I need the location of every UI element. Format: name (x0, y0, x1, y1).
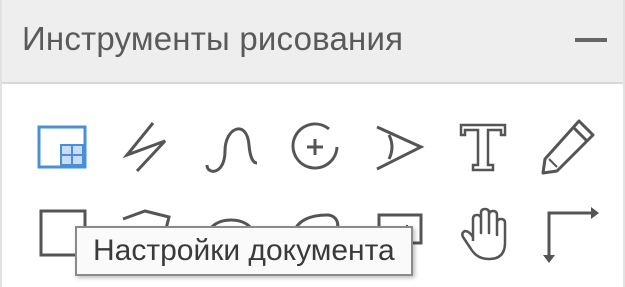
pencil-tool[interactable] (530, 110, 604, 184)
angle-tool[interactable] (362, 110, 436, 184)
hand-pan-tool[interactable] (446, 196, 520, 270)
right-angle-arrow-icon (543, 207, 599, 263)
circle-plus-tool[interactable] (278, 110, 352, 184)
minus-icon (575, 38, 607, 42)
text-icon (459, 123, 507, 172)
panel-title: Инструменты рисования (22, 20, 404, 57)
document-settings-tool[interactable] (26, 110, 100, 184)
document-settings-icon (37, 125, 87, 169)
panel-header: Инструменты рисования (2, 0, 623, 84)
right-angle-arrow-tool[interactable] (530, 196, 604, 270)
zigzag-line-icon (122, 122, 167, 173)
curve-tool[interactable] (194, 110, 268, 184)
text-tool[interactable] (446, 110, 520, 184)
collapse-button[interactable] (569, 18, 613, 62)
circle-plus-icon (291, 122, 339, 170)
angle-icon (376, 125, 425, 171)
tooltip: Настройки документа (75, 226, 413, 276)
curve-icon (205, 127, 258, 173)
hand-pan-icon (461, 207, 507, 261)
pencil-icon (541, 119, 595, 175)
zigzag-line-tool[interactable] (110, 110, 184, 184)
